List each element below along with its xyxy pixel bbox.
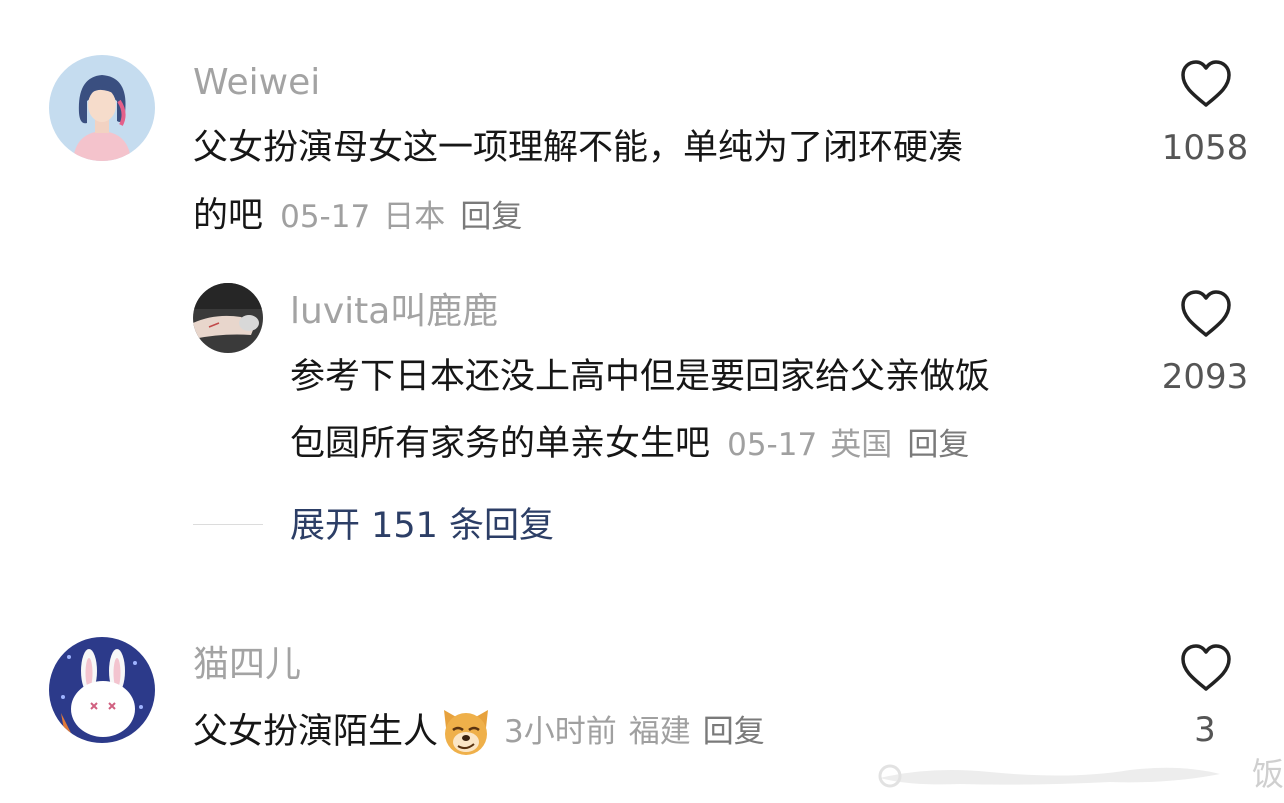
reply-second-line: 包圆所有家务的单亲女生吧 05-17 英国 回复: [290, 420, 969, 474]
avatar[interactable]: [193, 283, 263, 353]
heart-icon: [1181, 60, 1231, 107]
like-button[interactable]: [1178, 288, 1234, 340]
reply-username[interactable]: luvita叫鹿鹿: [290, 289, 498, 335]
comment-text-continued: 的吧: [193, 196, 264, 236]
watermark: 饭: [870, 748, 1284, 803]
reply-text-continued: 包圆所有家务的单亲女生吧: [290, 424, 711, 464]
heart-icon: [1181, 290, 1231, 337]
comment-date: 05-17: [280, 199, 371, 235]
reply-button[interactable]: 回复: [907, 427, 969, 463]
reply-location: 英国: [830, 427, 893, 463]
comment-location: 日本: [383, 199, 446, 235]
like-count: 2093: [1161, 357, 1249, 397]
comment-text: 父女扮演陌生人: [193, 712, 439, 752]
like-count: 1058: [1161, 128, 1249, 168]
reply-button[interactable]: 回复: [703, 707, 765, 757]
avatar[interactable]: [49, 637, 155, 743]
heart-icon: [1181, 644, 1231, 691]
reply-text: 参考下日本还没上高中但是要回家给父亲做饭: [290, 357, 991, 397]
reply-button[interactable]: 回复: [460, 199, 522, 235]
expand-replies-button[interactable]: 展开 151 条回复: [290, 503, 554, 549]
comment-time: 3小时前: [504, 714, 617, 750]
watermark-text: 饭: [1251, 755, 1284, 793]
reply-date: 05-17: [727, 427, 818, 463]
comment-second-line: 的吧 05-17 日本 回复: [193, 192, 522, 246]
woman-portrait-avatar-icon: [49, 55, 155, 161]
like-button[interactable]: [1178, 58, 1234, 110]
like-button[interactable]: [1178, 642, 1234, 694]
comment-username[interactable]: 猫四儿: [193, 642, 301, 688]
expand-divider: [193, 524, 263, 525]
comment-username[interactable]: Weiwei: [193, 60, 320, 106]
watermark-brush-icon: [878, 764, 1220, 788]
avatar[interactable]: [49, 55, 155, 161]
comment-text: 父女扮演母女这一项理解不能，单纯为了闭环硬凑: [193, 128, 964, 168]
smirking-dog-emoji-icon: [440, 706, 492, 758]
arm-photo-avatar-icon: [193, 283, 263, 353]
comment-location: 福建: [628, 714, 691, 750]
comment-line: 父女扮演陌生人 3小时前 福建 回复: [193, 706, 765, 758]
like-count: 3: [1194, 710, 1216, 750]
white-rabbit-avatar-icon: [49, 637, 155, 743]
